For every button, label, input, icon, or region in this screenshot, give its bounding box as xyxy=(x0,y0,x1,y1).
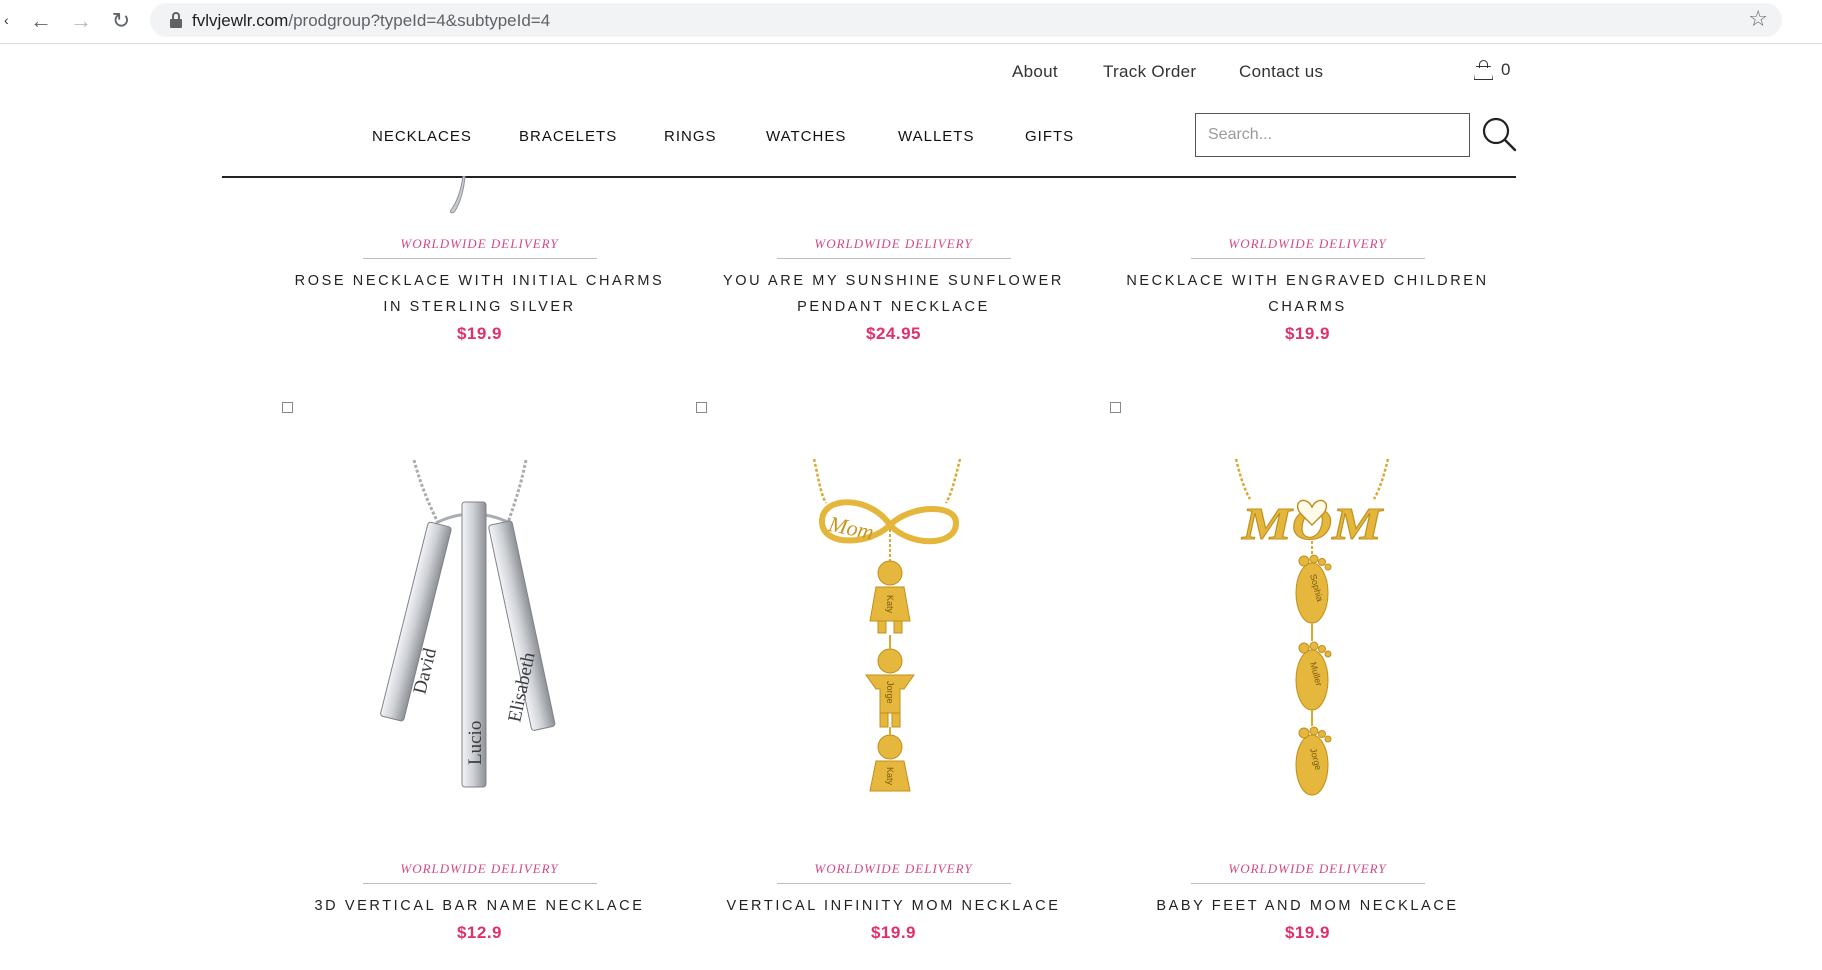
cart-count: 0 xyxy=(1501,60,1511,79)
delivery-divider xyxy=(776,883,1011,884)
nav-watches[interactable]: WATCHES xyxy=(766,128,846,145)
track-order-link[interactable]: Track Order xyxy=(1103,62,1196,82)
forward-arrow-icon[interactable]: → xyxy=(66,6,96,36)
nav-gifts[interactable]: GIFTS xyxy=(1025,128,1074,145)
product-name[interactable]: BABY FEET AND MOM NECKLACE xyxy=(1100,893,1515,919)
product-card[interactable]: WORLDWIDE DELIVERY YOU ARE MY SUNSHINE S… xyxy=(686,236,1101,344)
engraving-text: Katy xyxy=(885,767,895,786)
contact-us-link[interactable]: Contact us xyxy=(1239,62,1323,82)
product-price: $24.95 xyxy=(866,324,921,343)
product-name[interactable]: ROSE NECKLACE WITH INITIAL CHARMS IN STE… xyxy=(272,268,687,320)
search-box xyxy=(1195,113,1470,157)
product-name[interactable]: NECKLACE WITH ENGRAVED CHILDREN CHARMS xyxy=(1100,268,1515,320)
delivery-label: WORLDWIDE DELIVERY xyxy=(400,236,559,251)
search-input[interactable] xyxy=(1196,114,1469,156)
about-link[interactable]: About xyxy=(1012,62,1058,82)
product-card[interactable]: WORLDWIDE DELIVERY ROSE NECKLACE WITH IN… xyxy=(272,236,687,344)
product-price: $19.9 xyxy=(456,324,503,343)
url-text[interactable]: fvlvjewlr.com/prodgroup?typeId=4&subtype… xyxy=(192,11,550,31)
engraving-text: Jorge xyxy=(885,681,895,704)
delivery-divider xyxy=(1190,258,1425,259)
product-name[interactable]: 3D VERTICAL BAR NAME NECKLACE xyxy=(272,893,687,919)
nav-necklaces[interactable]: NECKLACES xyxy=(372,128,472,145)
url-path: /prodgroup?typeId=4&subtypeId=4 xyxy=(288,11,551,30)
engraving-text: Lucio xyxy=(465,721,486,765)
delivery-label: WORLDWIDE DELIVERY xyxy=(400,861,559,876)
header-divider xyxy=(222,176,1516,178)
shopping-bag-icon xyxy=(1474,60,1493,80)
search-icon[interactable] xyxy=(1481,116,1517,152)
bookmark-star-icon[interactable]: ☆ xyxy=(1748,6,1768,32)
cart-button[interactable]: 0 xyxy=(1474,58,1510,82)
lock-icon[interactable] xyxy=(170,12,182,28)
product-name[interactable]: VERTICAL INFINITY MOM NECKLACE xyxy=(686,893,1101,919)
url-host: fvlvjewlr.com xyxy=(192,11,289,30)
delivery-label: WORLDWIDE DELIVERY xyxy=(1228,861,1387,876)
nav-bracelets[interactable]: BRACELETS xyxy=(519,128,617,145)
browser-toolbar: ‹ ← → ↻ fvlvjewlr.com/prodgroup?typeId=4… xyxy=(0,0,1822,44)
product-price: $19.9 xyxy=(1284,324,1331,343)
address-bar[interactable]: fvlvjewlr.com/prodgroup?typeId=4&subtype… xyxy=(150,3,1782,37)
product-image-baby-feet-mom[interactable]: MOM Sophia Muller Jorge xyxy=(1222,455,1402,800)
compare-checkbox[interactable] xyxy=(696,402,707,413)
compare-checkbox[interactable] xyxy=(282,402,293,413)
delivery-divider xyxy=(362,258,597,259)
compare-checkbox[interactable] xyxy=(1110,402,1121,413)
product-image-partial[interactable] xyxy=(445,176,475,216)
delivery-label: WORLDWIDE DELIVERY xyxy=(814,861,973,876)
product-price: $19.9 xyxy=(870,923,917,942)
delivery-label: WORLDWIDE DELIVERY xyxy=(1228,236,1387,251)
nav-rings[interactable]: RINGS xyxy=(664,128,717,145)
delivery-divider xyxy=(1190,883,1425,884)
delivery-divider xyxy=(776,258,1011,259)
engraving-text: Katy xyxy=(885,595,895,614)
product-price: $19.9 xyxy=(1284,923,1331,942)
product-image-bar-necklace[interactable]: David Lucio Elisabeth xyxy=(380,455,580,795)
product-image-infinity-mom[interactable]: Mom Katy Jorge Katy xyxy=(800,455,980,800)
back-arrow-icon[interactable]: ← xyxy=(26,6,56,36)
product-card[interactable]: WORLDWIDE DELIVERY BABY FEET AND MOM NEC… xyxy=(1100,861,1515,943)
product-price: $12.9 xyxy=(456,923,503,942)
delivery-label: WORLDWIDE DELIVERY xyxy=(814,236,973,251)
product-card[interactable]: WORLDWIDE DELIVERY NECKLACE WITH ENGRAVE… xyxy=(1100,236,1515,344)
product-name[interactable]: YOU ARE MY SUNSHINE SUNFLOWER PENDANT NE… xyxy=(686,268,1101,320)
reload-icon[interactable]: ↻ xyxy=(106,6,136,36)
product-card[interactable]: WORLDWIDE DELIVERY VERTICAL INFINITY MOM… xyxy=(686,861,1101,943)
delivery-divider xyxy=(362,883,597,884)
sidebar-collapse-icon[interactable]: ‹ xyxy=(4,12,9,28)
nav-wallets[interactable]: WALLETS xyxy=(898,128,974,145)
product-card[interactable]: WORLDWIDE DELIVERY 3D VERTICAL BAR NAME … xyxy=(272,861,687,943)
